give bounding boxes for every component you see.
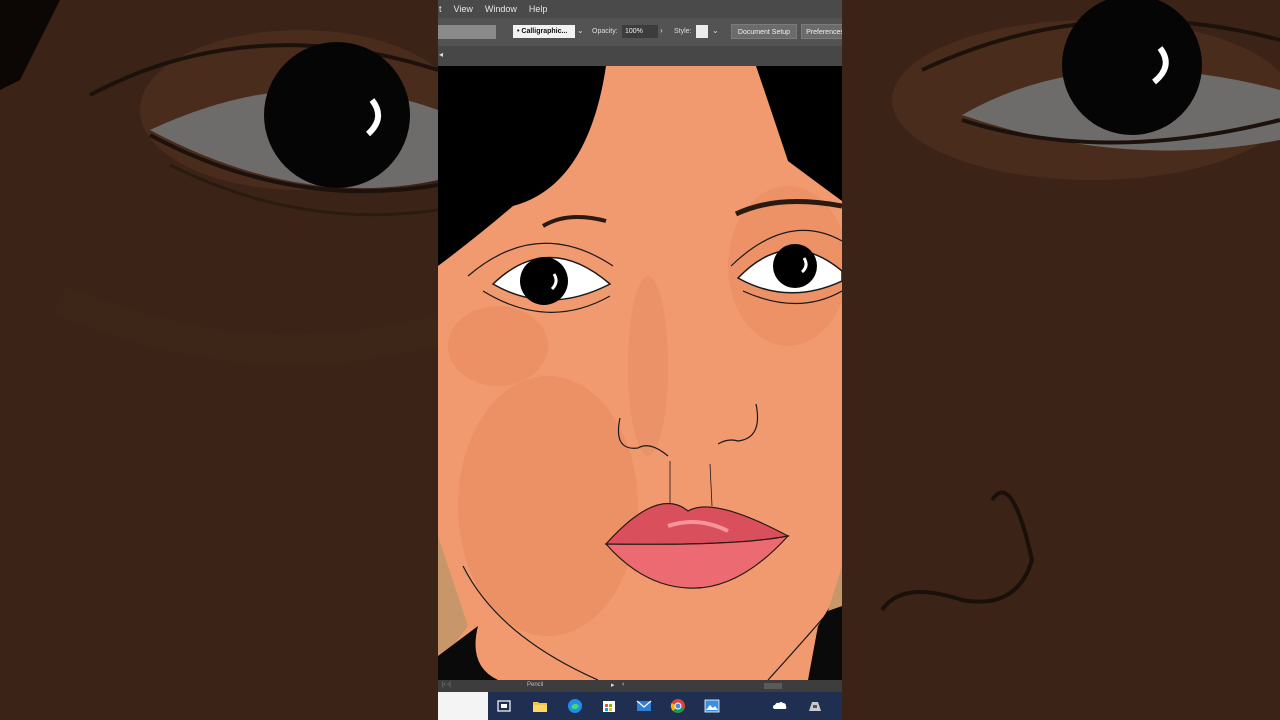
chevron-down-icon[interactable]: ⌄ (577, 26, 584, 35)
artboard-nav-icon[interactable]: |‹ ‹| (442, 682, 451, 688)
chrome-icon[interactable] (670, 698, 686, 714)
style-label: Style: (674, 28, 692, 35)
opacity-label: Opacity: (592, 28, 618, 35)
brush-definition-dropdown[interactable]: • Calligraphic... (513, 25, 575, 38)
graphic-style-swatch[interactable] (696, 25, 708, 38)
document-tab-strip: ◂ (438, 46, 842, 66)
network-icon[interactable] (807, 698, 823, 714)
brush-label: Calligraphic... (521, 28, 568, 35)
menu-item-help[interactable]: Help (529, 4, 548, 14)
photos-icon[interactable] (704, 698, 720, 714)
panel-collapse-icon[interactable]: ◂ (439, 50, 443, 59)
task-view-icon[interactable] (496, 698, 512, 714)
portrait-illustration (438, 66, 842, 681)
menu-item-truncated[interactable]: t (439, 4, 442, 14)
background-right-blur (842, 0, 1280, 720)
chevron-down-icon[interactable]: ⌄ (712, 26, 719, 35)
stroke-swatch[interactable] (438, 25, 496, 39)
taskbar-search-box[interactable] (438, 692, 488, 720)
chevron-left-icon[interactable]: ‹ (622, 681, 624, 688)
menu-bar: t View Window Help (438, 0, 842, 18)
play-icon[interactable]: ▸ (611, 681, 615, 689)
illustrator-window: t View Window Help • Calligraphic... ⌄ O… (438, 0, 842, 720)
onedrive-icon[interactable] (772, 698, 788, 714)
preferences-button[interactable]: Preferences (801, 24, 842, 39)
menu-item-view[interactable]: View (454, 4, 473, 14)
edge-browser-icon[interactable] (567, 698, 583, 714)
artboard-canvas[interactable] (438, 66, 842, 681)
store-icon[interactable] (601, 698, 617, 714)
chevron-right-icon[interactable]: › (660, 26, 663, 35)
status-scrollbar[interactable] (764, 683, 782, 689)
current-tool-label: Pencil (527, 682, 544, 688)
file-explorer-icon[interactable] (532, 698, 548, 714)
background-left-blur (0, 0, 438, 720)
document-setup-button[interactable]: Document Setup (731, 24, 797, 39)
opacity-input[interactable]: 100% (622, 25, 658, 38)
status-bar: |‹ ‹| Pencil ▸ ‹ (438, 680, 842, 692)
control-bar: • Calligraphic... ⌄ Opacity: 100% › Styl… (438, 18, 842, 46)
mail-icon[interactable] (636, 698, 652, 714)
menu-item-window[interactable]: Window (485, 4, 517, 14)
windows-taskbar (438, 692, 842, 720)
